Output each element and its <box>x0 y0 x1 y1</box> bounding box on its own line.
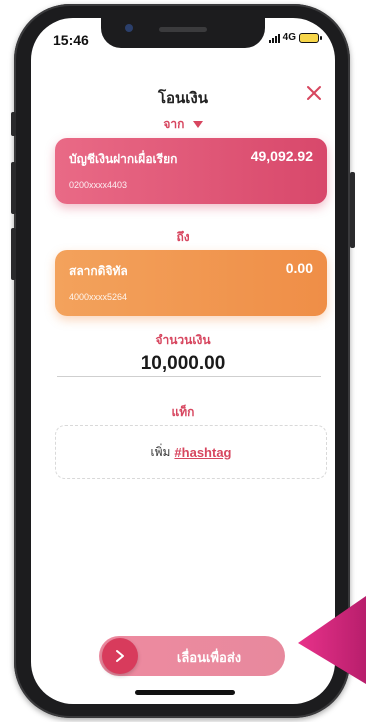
to-account-name: สลากดิจิทัล <box>69 264 128 278</box>
notch <box>101 18 265 48</box>
to-account-number: 4000xxxx5264 <box>69 292 128 302</box>
phone-volume-up-button <box>11 162 16 214</box>
to-label: ถึง <box>176 230 190 244</box>
close-icon <box>307 86 321 100</box>
status-time: 15:46 <box>53 32 89 48</box>
from-account-number: 0200xxxx4403 <box>69 180 128 190</box>
from-label: จาก <box>163 117 185 131</box>
slide-to-send-label: เลื่อนเพื่อส่ง <box>176 651 242 666</box>
page-title: โอนเงิน <box>157 89 209 107</box>
phone-power-button <box>350 172 355 248</box>
chevron-down-icon <box>192 121 203 128</box>
home-indicator <box>135 690 235 695</box>
earpiece-speaker <box>159 27 207 32</box>
signal-icon <box>268 33 280 43</box>
amount-label: จำนวนเงิน <box>155 333 211 347</box>
chevron-right-icon <box>116 650 124 662</box>
phone-silent-switch <box>11 112 16 136</box>
front-camera <box>125 24 133 32</box>
hashtag-link[interactable]: #hashtag <box>174 445 231 460</box>
slide-to-send[interactable]: เลื่อนเพื่อส่ง <box>99 636 285 676</box>
amount-input[interactable]: 10,000.00 <box>31 353 335 375</box>
status-indicators: 4G <box>268 32 322 43</box>
from-account-card[interactable]: บัญชีเงินฝากเผื่อเรียก 49,092.92 0200xxx… <box>55 138 327 204</box>
to-account-card[interactable]: สลากดิจิทัล 0.00 4000xxxx5264 <box>55 250 327 316</box>
from-account-balance: 49,092.92 <box>250 148 313 164</box>
app-screenshot: 15:46 4G โอนเงิน จาก บัญชีเงินฝากเผื่อเร… <box>0 0 366 722</box>
close-button[interactable] <box>303 82 325 104</box>
amount-underline <box>57 376 321 377</box>
phone-screen: 15:46 4G โอนเงิน จาก บัญชีเงินฝากเผื่อเร… <box>31 18 335 704</box>
slider-handle[interactable] <box>102 638 138 674</box>
network-type: 4G <box>282 32 296 43</box>
tag-label: แท็ก <box>171 405 195 419</box>
battery-charging-icon <box>299 32 322 43</box>
from-selector[interactable]: จาก <box>31 115 335 134</box>
pointer-arrow-icon <box>298 596 366 684</box>
add-hashtag-box[interactable]: เพิ่ม #hashtag <box>55 425 327 479</box>
phone-volume-down-button <box>11 228 16 280</box>
to-account-balance: 0.00 <box>285 260 313 276</box>
add-tag-text: เพิ่ม <box>150 444 171 459</box>
from-account-name: บัญชีเงินฝากเผื่อเรียก <box>69 152 178 166</box>
